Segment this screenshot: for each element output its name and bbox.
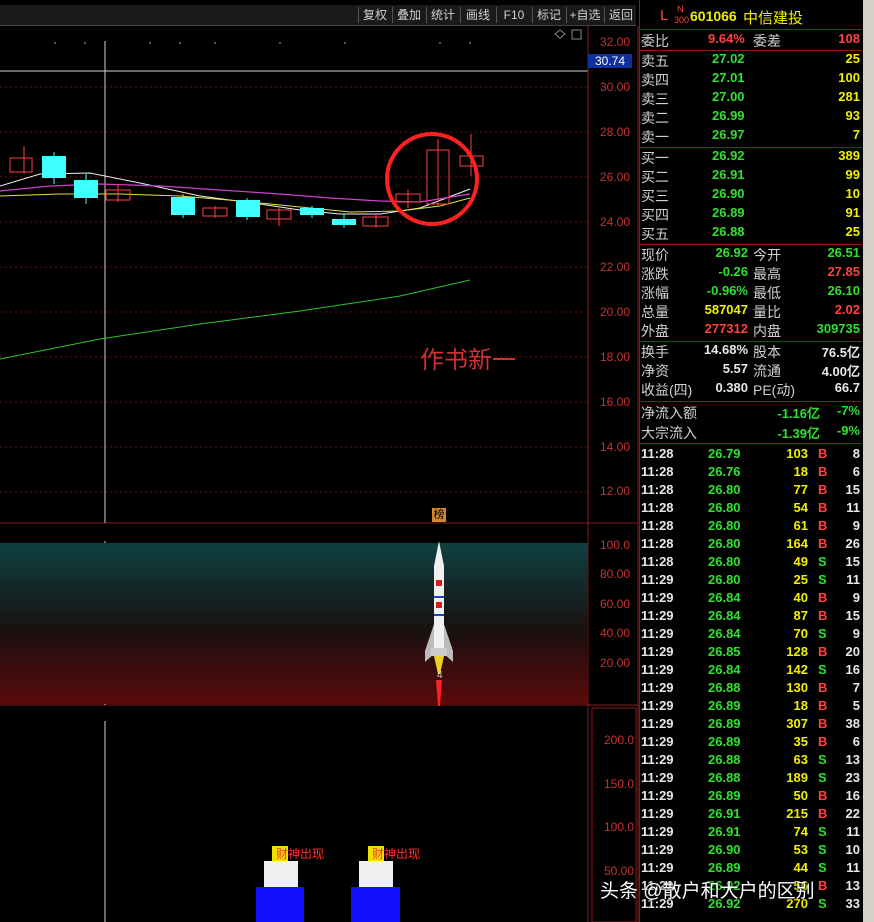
indicator-tick: 40.00 bbox=[600, 626, 631, 640]
statistics-button[interactable]: 统计 bbox=[426, 7, 459, 23]
bid-row: 买四 26.89 91 bbox=[641, 205, 860, 223]
ask-row: 卖五 27.02 25 bbox=[641, 51, 860, 69]
flow-row: 大宗流入 -1.39亿 -9% bbox=[641, 423, 860, 441]
tick-row: 11:29 26.84 87 B 15 bbox=[641, 608, 860, 623]
price-tick: 28.00 bbox=[600, 125, 631, 139]
bang-label: 榜 bbox=[432, 508, 446, 522]
diamond-icon[interactable] bbox=[554, 29, 566, 39]
ask-row: 卖一 26.97 7 bbox=[641, 127, 860, 145]
tick-row: 11:28 26.79 103 B 8 bbox=[641, 446, 860, 461]
tick-row: 11:29 26.88 189 S 23 bbox=[641, 770, 860, 785]
ask-row: 卖二 26.99 93 bbox=[641, 108, 860, 126]
volume-tick: 150.0 bbox=[603, 777, 634, 791]
stock-code: 601066 bbox=[690, 8, 737, 24]
price-tick: 30.00 bbox=[600, 80, 631, 94]
bid-row: 买三 26.90 10 bbox=[641, 186, 860, 204]
bid-row: 买二 26.91 99 bbox=[641, 167, 860, 185]
tick-row: 11:29 26.89 18 B 5 bbox=[641, 698, 860, 713]
tick-row: 11:29 26.84 70 S 9 bbox=[641, 626, 860, 641]
price-tick: 16.00 bbox=[600, 395, 631, 409]
tick-row: 11:29 26.80 25 S 11 bbox=[641, 572, 860, 587]
volume-tick: 200.0 bbox=[603, 733, 634, 747]
tick-row: 11:29 26.91 215 B 22 bbox=[641, 806, 860, 821]
fundamental-row: 换手 14.68% 股本 76.5亿 bbox=[641, 342, 860, 360]
bid-row: 买五 26.88 25 bbox=[641, 224, 860, 242]
flow-row: 净流入额 -1.16亿 -7% bbox=[641, 403, 860, 421]
caishen-label-2: 财神出现 bbox=[372, 847, 421, 861]
tick-row: 11:28 26.80 49 S 15 bbox=[641, 554, 860, 569]
fundamental-row: 收益(四) 0.380 PE(动) 66.7 bbox=[641, 380, 860, 398]
indicator-tick: 100.0 bbox=[600, 538, 631, 552]
tick-row: 11:28 26.80 54 B 11 bbox=[641, 500, 860, 515]
tick-row: 11:28 26.80 164 B 26 bbox=[641, 536, 860, 551]
window-icon[interactable] bbox=[571, 29, 582, 40]
back-button[interactable]: 返回 bbox=[604, 7, 637, 23]
caishen-label-1: 财神出现 bbox=[276, 847, 325, 861]
tick-row: 11:29 26.90 53 S 10 bbox=[641, 842, 860, 857]
price-tick: 22.00 bbox=[600, 260, 631, 274]
stock-name: 中信建投 bbox=[743, 10, 804, 27]
highlight-circle bbox=[385, 132, 479, 226]
bid-row: 买一 26.92 389 bbox=[641, 148, 860, 166]
overlay-button[interactable]: 叠加 bbox=[392, 7, 425, 23]
overlay-text: 作书新一 bbox=[420, 346, 516, 374]
rocket-label: 4 bbox=[437, 670, 443, 681]
tick-row: 11:29 26.89 35 B 6 bbox=[641, 734, 860, 749]
candles bbox=[9, 134, 484, 228]
market-letter: L bbox=[660, 7, 669, 24]
side-toolbar-strip bbox=[863, 0, 874, 922]
tick-row: 11:28 26.80 61 B 9 bbox=[641, 518, 860, 533]
chart-toolbar: 复权 叠加 统计 画线 F10 标记 +自选 返回 bbox=[0, 5, 636, 26]
indicator-tick: 80.00 bbox=[600, 567, 631, 581]
quote-row: 涨跌 -0.26 最高 27.85 bbox=[641, 264, 860, 282]
quote-row: 涨幅 -0.96% 最低 26.10 bbox=[641, 283, 860, 301]
current-price-marker: 30.74 bbox=[588, 54, 632, 68]
badge-top: N bbox=[677, 4, 684, 14]
price-tick: 24.00 bbox=[600, 215, 631, 229]
tick-row: 11:29 26.84 142 S 16 bbox=[641, 662, 860, 677]
quote-row: 外盘 277312 内盘 309735 bbox=[641, 321, 860, 339]
price-tick: 14.00 bbox=[600, 440, 631, 454]
tick-row: 11:29 26.88 63 S 13 bbox=[641, 752, 860, 767]
tick-row: 11:29 26.89 50 B 16 bbox=[641, 788, 860, 803]
price-tick: 20.00 bbox=[600, 305, 631, 319]
price-tick: 12.00 bbox=[600, 484, 631, 498]
price-tick: 18.00 bbox=[600, 350, 631, 364]
tick-row: 11:28 26.76 18 B 6 bbox=[641, 464, 860, 479]
tick-row: 11:29 26.85 128 B 20 bbox=[641, 644, 860, 659]
kline-chart[interactable] bbox=[0, 26, 640, 922]
price-tick: 26.00 bbox=[600, 170, 631, 184]
indicator-tick: 20.00 bbox=[600, 656, 631, 670]
tick-row: 11:29 26.91 74 S 11 bbox=[641, 824, 860, 839]
quote-row: 现价 26.92 今开 26.51 bbox=[641, 245, 860, 263]
price-tick: 32.00 bbox=[600, 35, 631, 49]
order-ratio-row: 委比 9.64% 委差 108 bbox=[641, 31, 860, 49]
stock-header: L N 300 601066 中信建投 bbox=[640, 4, 862, 28]
tick-row: 11:29 26.89 307 B 38 bbox=[641, 716, 860, 731]
mark-button[interactable]: 标记 bbox=[532, 7, 565, 23]
add-watchlist-button[interactable]: +自选 bbox=[566, 7, 603, 23]
volume-tick: 100.0 bbox=[603, 820, 634, 834]
tick-row: 11:29 26.88 130 B 7 bbox=[641, 680, 860, 695]
fundamental-row: 净资 5.57 流通 4.00亿 bbox=[641, 361, 860, 379]
tick-row: 11:28 26.80 77 B 15 bbox=[641, 482, 860, 497]
ask-row: 卖三 27.00 281 bbox=[641, 89, 860, 107]
fuquan-button[interactable]: 复权 bbox=[358, 7, 391, 23]
watermark-text: 头条 @散户和大户的区别 bbox=[600, 881, 815, 902]
badge-bottom: 300 bbox=[674, 15, 690, 25]
quote-row: 总量 587047 量比 2.02 bbox=[641, 302, 860, 320]
draw-line-button[interactable]: 画线 bbox=[460, 7, 495, 23]
f10-button[interactable]: F10 bbox=[496, 7, 531, 23]
tick-row: 11:29 26.84 40 B 9 bbox=[641, 590, 860, 605]
indicator-tick: 60.00 bbox=[600, 597, 631, 611]
ask-row: 卖四 27.01 100 bbox=[641, 70, 860, 88]
